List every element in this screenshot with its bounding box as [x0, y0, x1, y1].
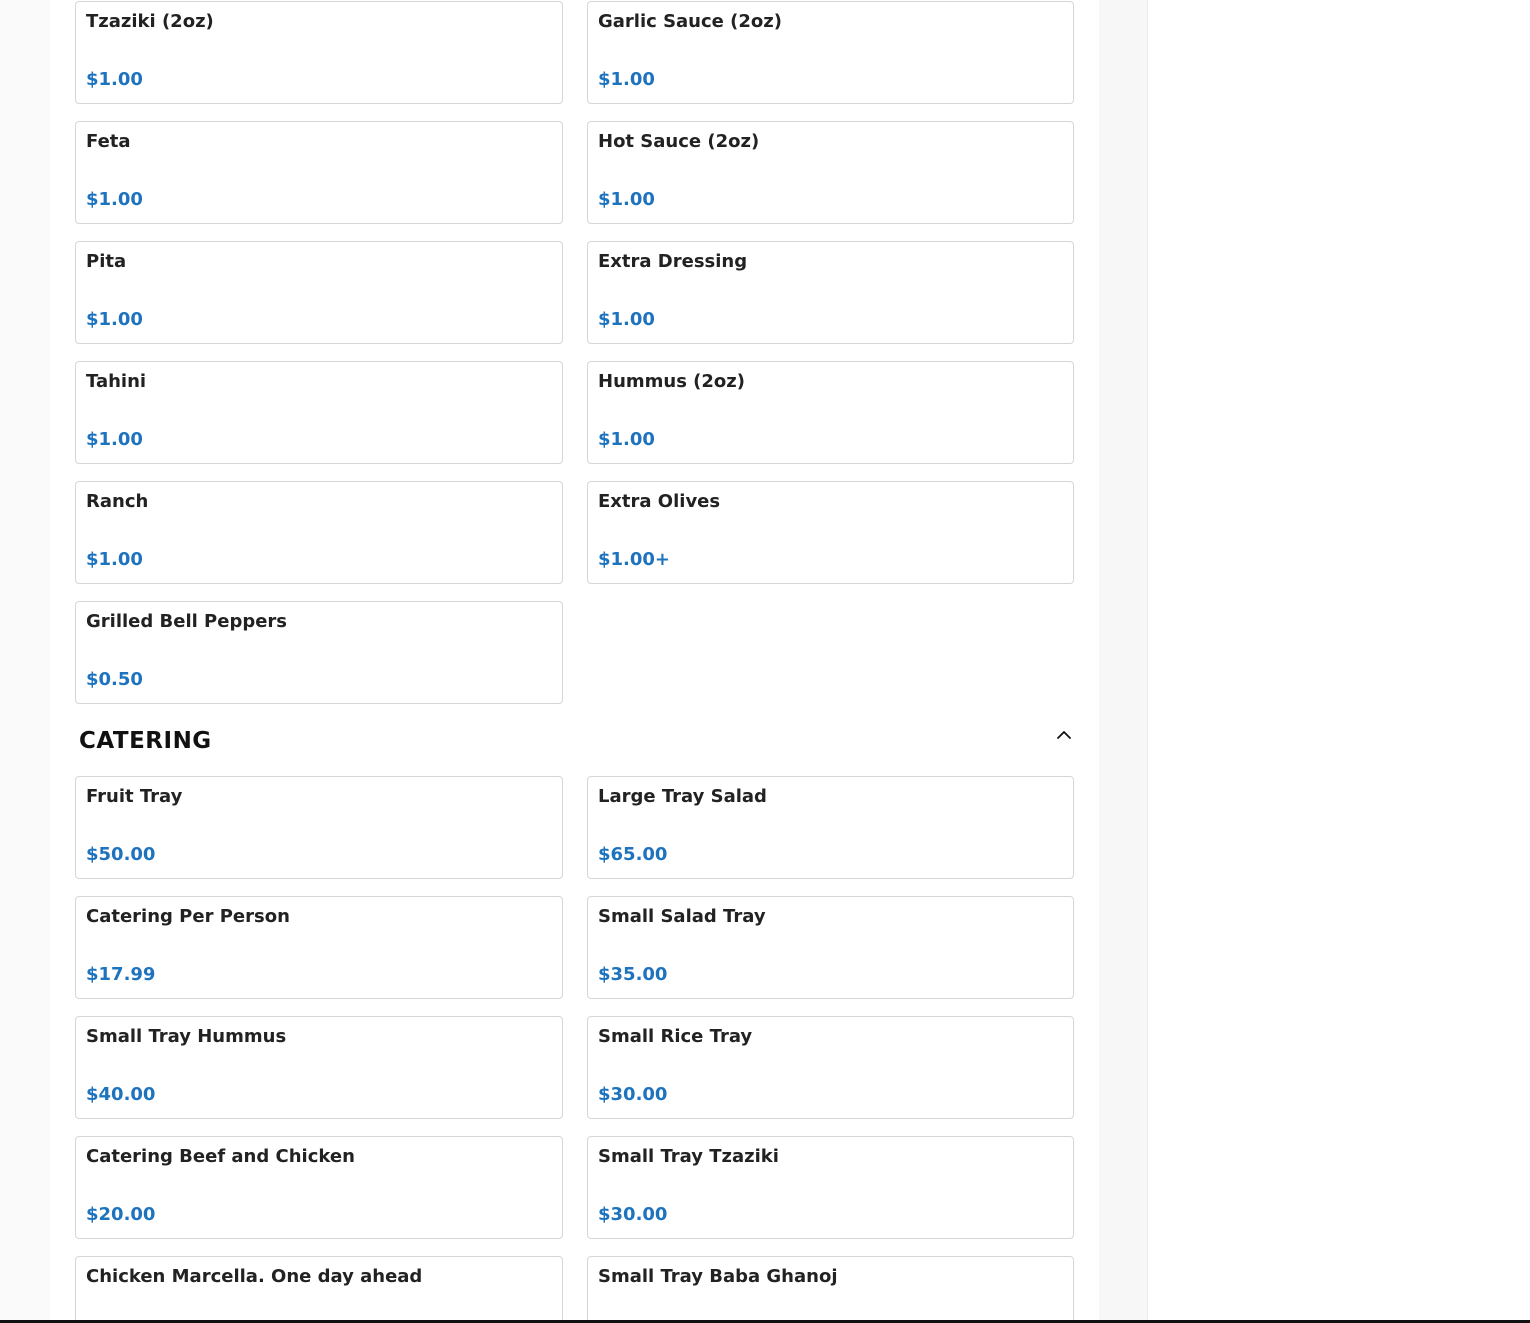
item-name: Tahini: [86, 371, 147, 392]
item-name: Garlic Sauce (2oz): [598, 11, 782, 32]
item-price: $30.00: [598, 1204, 668, 1225]
item-price: $1.00: [598, 189, 655, 210]
menu-item-card[interactable]: Catering Per Person $17.99: [75, 896, 563, 999]
item-price: $40.00: [86, 1084, 156, 1105]
item-price: $30.00: [598, 1084, 668, 1105]
menu-item-card[interactable]: Pita $1.00: [75, 241, 563, 344]
item-name: Catering Per Person: [86, 906, 290, 927]
item-price: $20.00: [86, 1204, 156, 1225]
menu-item-card[interactable]: Garlic Sauce (2oz) $1.00: [587, 1, 1074, 104]
menu-item-card[interactable]: Hot Sauce (2oz) $1.00: [587, 121, 1074, 224]
item-name: Extra Dressing: [598, 251, 748, 272]
item-name: Tzaziki (2oz): [86, 11, 214, 32]
menu-item-card[interactable]: Small Tray Tzaziki $30.00: [587, 1136, 1074, 1239]
menu-item-card[interactable]: Small Salad Tray $35.00: [587, 896, 1074, 999]
menu-item-card[interactable]: Hummus (2oz) $1.00: [587, 361, 1074, 464]
menu-item-card[interactable]: Small Tray Hummus $40.00: [75, 1016, 563, 1119]
item-name: Small Rice Tray: [598, 1026, 753, 1047]
item-price: $0.50: [86, 669, 143, 690]
item-price: $1.00: [598, 309, 655, 330]
menu-item-card[interactable]: Fruit Tray $50.00: [75, 776, 563, 879]
chevron-up-icon[interactable]: [1054, 725, 1074, 745]
menu-item-card[interactable]: Feta $1.00: [75, 121, 563, 224]
menu-item-card[interactable]: Large Tray Salad $65.00: [587, 776, 1074, 879]
menu-item-card[interactable]: Extra Olives $1.00+: [587, 481, 1074, 584]
item-price: $1.00: [86, 189, 143, 210]
item-price: $1.00: [86, 549, 143, 570]
catering-grid: Fruit Tray $50.00 Large Tray Salad $65.0…: [75, 776, 1074, 1323]
item-name: Catering Beef and Chicken: [86, 1146, 355, 1167]
item-name: Small Salad Tray: [598, 906, 766, 927]
catering-section-header: CATERING: [79, 725, 1074, 757]
menu-item-card[interactable]: Extra Dressing $1.00: [587, 241, 1074, 344]
item-price: $1.00: [86, 69, 143, 90]
menu-page: Tzaziki (2oz) $1.00 Garlic Sauce (2oz) $…: [0, 0, 1530, 1323]
item-name: Hummus (2oz): [598, 371, 746, 392]
item-price: $65.00: [598, 844, 668, 865]
menu-item-card[interactable]: Ranch $1.00: [75, 481, 563, 584]
item-price: $1.00: [86, 309, 143, 330]
menu-item-card[interactable]: Chicken Marcella. One day ahead: [75, 1256, 563, 1323]
item-price: $1.00: [598, 69, 655, 90]
item-name: Pita: [86, 251, 127, 272]
menu-item-card[interactable]: Tzaziki (2oz) $1.00: [75, 1, 563, 104]
item-name: Fruit Tray: [86, 786, 183, 807]
right-panel: [1148, 0, 1530, 1323]
item-price: $50.00: [86, 844, 156, 865]
item-name: Hot Sauce (2oz): [598, 131, 760, 152]
item-name: Feta: [86, 131, 131, 152]
item-name: Small Tray Hummus: [86, 1026, 287, 1047]
item-price: $35.00: [598, 964, 668, 985]
item-name: Grilled Bell Peppers: [86, 611, 288, 632]
addons-grid: Tzaziki (2oz) $1.00 Garlic Sauce (2oz) $…: [75, 1, 1074, 704]
item-price: $1.00: [598, 429, 655, 450]
item-name: Chicken Marcella. One day ahead: [86, 1266, 423, 1287]
item-price: $1.00: [86, 429, 143, 450]
item-name: Ranch: [86, 491, 149, 512]
item-name: Large Tray Salad: [598, 786, 767, 807]
item-price: $1.00+: [598, 549, 671, 570]
menu-item-card[interactable]: Small Tray Baba Ghanoj: [587, 1256, 1074, 1323]
item-name: Small Tray Baba Ghanoj: [598, 1266, 838, 1287]
menu-item-card[interactable]: Grilled Bell Peppers $0.50: [75, 601, 563, 704]
menu-item-card[interactable]: Small Rice Tray $30.00: [587, 1016, 1074, 1119]
item-price: $17.99: [86, 964, 156, 985]
menu-item-card[interactable]: Catering Beef and Chicken $20.00: [75, 1136, 563, 1239]
side-gutter: [1099, 0, 1148, 1323]
item-name: Small Tray Tzaziki: [598, 1146, 779, 1167]
menu-item-card[interactable]: Tahini $1.00: [75, 361, 563, 464]
item-name: Extra Olives: [598, 491, 721, 512]
section-title: CATERING: [79, 728, 212, 754]
